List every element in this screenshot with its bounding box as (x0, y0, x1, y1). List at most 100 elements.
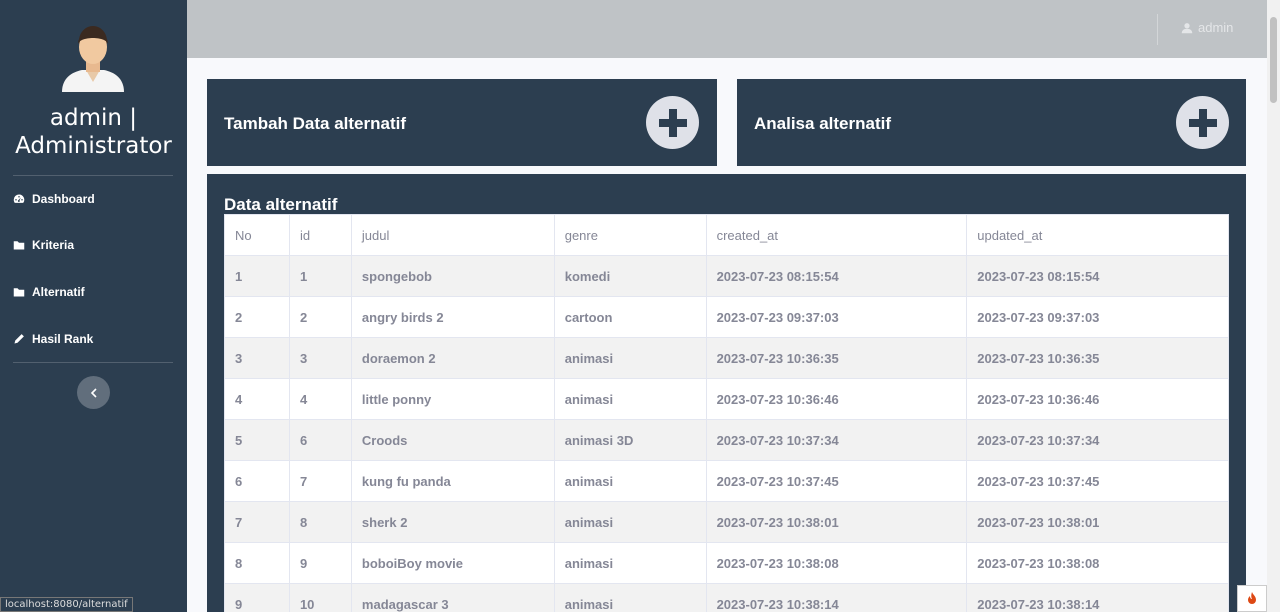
add-alternatif-button[interactable] (646, 96, 699, 149)
sidebar-item-label: Kriteria (32, 238, 75, 252)
column-header[interactable]: genre (553, 214, 707, 256)
table-cell: 4 (224, 378, 290, 420)
table-cell: 2023-07-23 10:36:46 (705, 378, 968, 420)
table-cell: 2023-07-23 10:37:45 (705, 460, 968, 502)
table-cell: animasi 3D (553, 419, 707, 461)
table-cell: Croods (350, 419, 555, 461)
table-cell: 4 (288, 378, 352, 420)
table-row: 3 3 doraemon 2 animasi 2023-07-23 10:36:35 20… (224, 337, 1229, 379)
table-cell: 2023-07-23 10:38:08 (705, 542, 968, 584)
status-bar-url: localhost:8080/alternatif (0, 597, 133, 612)
table-cell: 2023-07-23 10:37:34 (966, 419, 1229, 461)
column-header[interactable]: No (224, 214, 290, 256)
folder-icon (13, 241, 25, 250)
table-row: 2 2 angry birds 2 cartoon 2023-07-23 09:37:0… (224, 296, 1229, 338)
table-row: 5 6 Croods animasi 3D 2023-07-23 10:37:34 202… (224, 419, 1229, 461)
sidebar-item-label: Alternatif (32, 285, 85, 299)
card-title: Analisa alternatif (754, 114, 891, 133)
table-cell: 2023-07-23 10:36:35 (966, 337, 1229, 379)
table-cell: animasi (553, 583, 707, 612)
sidebar-item-kriteria[interactable]: Kriteria (13, 235, 74, 255)
table-cell: spongebob (350, 255, 555, 297)
table-cell: 2023-07-23 10:38:01 (705, 501, 968, 543)
page-scrollbar[interactable] (1267, 0, 1280, 612)
table-cell: doraemon 2 (350, 337, 555, 379)
user-name: admin | Administrator (15, 105, 172, 159)
dashboard-icon (13, 194, 25, 203)
table-cell: 9 (224, 583, 290, 612)
sidebar: admin | Administrator Dashboard Kriteria … (0, 0, 187, 612)
user-dropdown[interactable]: admin (1181, 20, 1233, 35)
table-cell: 5 (224, 419, 290, 461)
card-title: Tambah Data alternatif (224, 114, 407, 133)
panel-title: Data alternatif (224, 195, 338, 214)
sidebar-item-label: Dashboard (32, 192, 95, 206)
table-cell: 2023-07-23 10:37:45 (966, 460, 1229, 502)
column-header[interactable]: updated_at (966, 214, 1229, 256)
column-header[interactable]: judul (350, 214, 555, 256)
table-cell: 10 (288, 583, 352, 612)
table-cell: 6 (288, 419, 352, 461)
column-header[interactable]: created_at (705, 214, 968, 256)
table-cell: 2023-07-23 09:37:03 (705, 296, 968, 338)
table-cell: kung fu panda (350, 460, 555, 502)
table-row: 6 7 kung fu panda animasi 2023-07-23 10:37:4… (224, 460, 1229, 502)
table-cell: 9 (288, 542, 352, 584)
user-icon (1181, 22, 1193, 33)
sidebar-item-label: Hasil Rank (32, 332, 94, 346)
data-alternatif-panel: Data alternatif No id judul genre create… (207, 174, 1246, 612)
table-cell: animasi (553, 337, 707, 379)
flame-icon (1248, 591, 1256, 604)
user-avatar (62, 26, 124, 92)
table-cell: 2 (224, 296, 290, 338)
sidebar-divider (13, 362, 173, 363)
user-dropdown-label: admin (1198, 20, 1234, 35)
table-cell: angry birds 2 (350, 296, 555, 338)
table-cell: animasi (553, 542, 707, 584)
table-cell: little ponny (350, 378, 555, 420)
table-cell: 6 (224, 460, 290, 502)
data-table: No id judul genre created_at updated_at … (224, 214, 1229, 612)
table-cell: 8 (288, 501, 352, 543)
table-cell: madagascar 3 (350, 583, 555, 612)
column-header[interactable]: id (288, 214, 352, 256)
table-cell: 2023-07-23 10:37:34 (705, 419, 968, 461)
table-cell: 2023-07-23 08:15:54 (966, 255, 1229, 297)
table-cell: 2023-07-23 10:38:01 (966, 501, 1229, 543)
table-cell: 2023-07-23 08:15:54 (705, 255, 968, 297)
analisa-alternatif-button[interactable] (1176, 96, 1229, 149)
table-cell: 1 (224, 255, 290, 297)
table-cell: 2 (288, 296, 352, 338)
table-row: 8 9 boboiBoy movie animasi 2023-07-23 10:38:… (224, 542, 1229, 584)
table-cell: sherk 2 (350, 501, 555, 543)
topbar-divider (1157, 14, 1158, 45)
table-header-row: No id judul genre created_at updated_at (224, 214, 1229, 256)
table-cell: animasi (553, 501, 707, 543)
analisa-alternatif-card[interactable]: Analisa alternatif (737, 79, 1246, 166)
debug-toolbar-button[interactable] (1237, 585, 1267, 612)
table-cell: 3 (224, 337, 290, 379)
table-cell: 7 (288, 460, 352, 502)
sidebar-item-hasil-rank[interactable]: Hasil Rank (13, 329, 93, 349)
table-cell: 8 (224, 542, 290, 584)
table-cell: boboiBoy movie (350, 542, 555, 584)
table-cell: 1 (288, 255, 352, 297)
sidebar-divider (13, 175, 173, 176)
table-cell: komedi (553, 255, 707, 297)
sidebar-toggle-button[interactable] (77, 376, 110, 409)
chevron-left-icon (90, 387, 97, 398)
sidebar-item-dashboard[interactable]: Dashboard (13, 189, 95, 209)
table-row: 4 4 little ponny animasi 2023-07-23 10:36:46… (224, 378, 1229, 420)
scrollbar-thumb[interactable] (1270, 17, 1277, 103)
add-alternatif-card[interactable]: Tambah Data alternatif (207, 79, 717, 166)
table-cell: 3 (288, 337, 352, 379)
table-cell: cartoon (553, 296, 707, 338)
table-cell: 2023-07-23 10:38:14 (705, 583, 968, 612)
table-cell: 2023-07-23 10:36:46 (966, 378, 1229, 420)
sidebar-item-alternatif[interactable]: Alternatif (13, 282, 85, 302)
table-cell: 2023-07-23 10:38:08 (966, 542, 1229, 584)
table-row: 7 8 sherk 2 animasi 2023-07-23 10:38:01 2023-… (224, 501, 1229, 543)
table-cell: animasi (553, 378, 707, 420)
topbar: admin (187, 0, 1267, 58)
table-cell: 2023-07-23 10:38:14 (966, 583, 1229, 612)
